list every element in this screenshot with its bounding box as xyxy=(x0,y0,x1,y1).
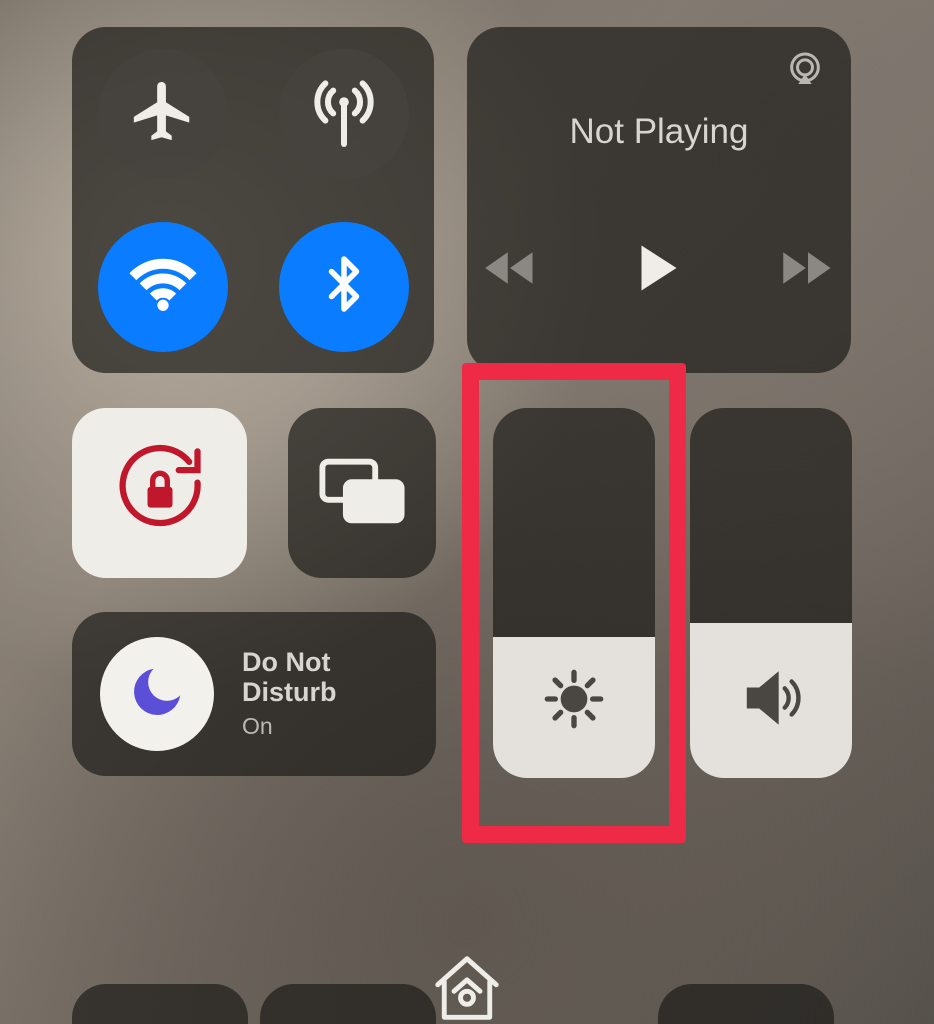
orientation-lock-icon xyxy=(110,441,210,546)
dnd-title: Do Not Disturb xyxy=(242,648,402,707)
play-button[interactable] xyxy=(637,243,681,293)
home-button[interactable] xyxy=(428,949,506,1024)
moon-icon xyxy=(126,661,188,728)
focus-dnd-button[interactable]: Do Not Disturb On xyxy=(72,612,436,776)
airplane-mode-button[interactable] xyxy=(98,49,228,179)
bluetooth-button[interactable] xyxy=(279,222,409,352)
sun-icon xyxy=(542,667,606,736)
volume-slider[interactable] xyxy=(690,408,852,778)
rewind-button[interactable] xyxy=(483,249,537,287)
cellular-data-button[interactable] xyxy=(279,49,409,179)
screen-mirroring-button[interactable] xyxy=(288,408,436,578)
home-icon xyxy=(428,1014,506,1024)
brightness-fill xyxy=(493,637,655,778)
wifi-button[interactable] xyxy=(98,222,228,352)
media-transport xyxy=(467,162,851,373)
wifi-icon xyxy=(127,248,199,325)
bluetooth-icon xyxy=(314,254,374,319)
brightness-slider[interactable] xyxy=(493,408,655,778)
screen-mirroring-icon xyxy=(318,456,406,531)
orientation-lock-button[interactable] xyxy=(72,408,247,578)
dnd-status: On xyxy=(242,713,402,740)
connectivity-panel xyxy=(72,27,434,373)
fast-forward-button[interactable] xyxy=(781,249,835,287)
bottom-tile-3[interactable] xyxy=(658,984,834,1024)
dnd-text-block: Do Not Disturb On xyxy=(242,648,402,740)
airplay-icon[interactable] xyxy=(785,49,825,94)
bottom-tile-1[interactable] xyxy=(72,984,248,1024)
media-panel: Not Playing xyxy=(467,27,851,373)
speaker-icon xyxy=(738,665,804,736)
cellular-antenna-icon xyxy=(308,75,380,152)
volume-fill xyxy=(690,623,852,778)
bottom-tile-2[interactable] xyxy=(260,984,436,1024)
media-status-label: Not Playing xyxy=(467,112,851,152)
dnd-circle xyxy=(100,637,214,751)
airplane-icon xyxy=(128,76,198,151)
